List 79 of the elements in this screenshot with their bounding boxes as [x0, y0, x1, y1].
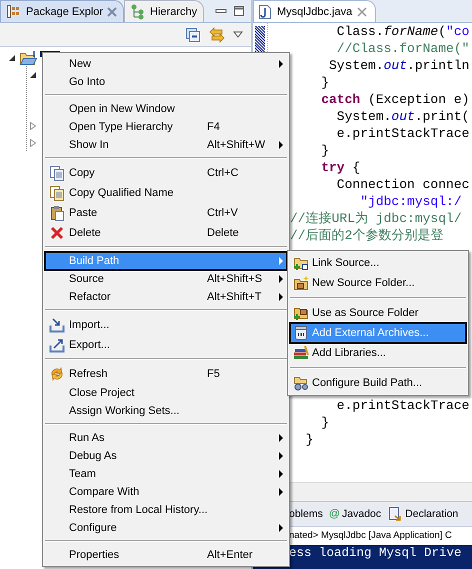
code-line: e.printStackTrace	[336, 125, 470, 142]
code-line: "jdbc:mysql:/	[359, 193, 463, 210]
menu-item[interactable]: New Source Folder...	[290, 273, 466, 293]
menu-item[interactable]: Use as Source Folder	[290, 303, 466, 323]
menu-item[interactable]: Debug As	[45, 447, 287, 465]
expanded-twisty-icon[interactable]	[8, 54, 16, 62]
package-grid-icon	[6, 4, 22, 20]
code-line: }	[320, 414, 330, 431]
menu-item[interactable]: Close Project	[45, 384, 287, 402]
documents-icon	[49, 185, 65, 201]
close-icon[interactable]	[107, 6, 118, 16]
menu-item[interactable]: Refresh F5	[45, 364, 287, 384]
document-arrow-icon	[387, 506, 404, 522]
menu-item[interactable]: Export...	[45, 335, 287, 355]
books-icon	[293, 345, 309, 361]
menu-item[interactable]: Properties Alt+Enter	[45, 546, 287, 564]
clipboard-icon	[49, 205, 65, 221]
pages-icon	[49, 165, 65, 181]
menu-item[interactable]: Go Into	[45, 73, 287, 91]
view-tab[interactable]: Hierarchy	[124, 0, 204, 22]
menu-item[interactable]: Copy Qualified Name	[45, 183, 287, 203]
package-folder-icon	[293, 275, 309, 291]
menu-item[interactable]: Link Source...	[290, 253, 466, 273]
code-line: System.out.print(	[336, 108, 470, 125]
menu-item[interactable]: Delete Delete	[45, 223, 287, 243]
code-line: //后面的2个参数分别是登	[290, 227, 444, 244]
menu-item[interactable]: Assign Working Sets...	[45, 402, 287, 420]
menu-item[interactable]: Restore from Local History...	[45, 501, 287, 519]
editor-tab[interactable]: MysqlJdbc.java	[253, 0, 376, 22]
expanded-twisty-icon[interactable]	[29, 70, 37, 78]
code-line: System.out.println	[328, 57, 470, 74]
menu-item[interactable]: Compare With	[45, 483, 287, 501]
code-line: //连接URL为 jdbc:mysql/	[290, 210, 463, 227]
menu-item[interactable]: Team	[45, 465, 287, 483]
menu-item[interactable]: Refactor Alt+Shift+T	[45, 288, 287, 306]
menu-item[interactable]: Configure Build Path...	[290, 373, 466, 393]
menu-item[interactable]: New	[45, 55, 287, 73]
collapsed-twisty-icon[interactable]	[29, 122, 37, 130]
maximize-icon[interactable]	[233, 5, 245, 17]
code-line: e.printStackTrace	[336, 397, 470, 414]
collapse-all-icon[interactable]	[185, 26, 201, 42]
folder-link-icon	[293, 255, 309, 271]
menu-item[interactable]: Import...	[45, 315, 287, 335]
menu-item[interactable]: Add Libraries...	[290, 343, 466, 363]
panel-tab[interactable]: oblems	[289, 508, 323, 520]
code-line: try {	[320, 159, 362, 176]
link-arrows-icon[interactable]	[209, 26, 225, 42]
menu-item[interactable]: Paste Ctrl+V	[45, 203, 287, 223]
view-menu-icon[interactable]	[233, 30, 243, 38]
code-line: //Class.forName("	[336, 40, 470, 57]
jar-icon	[293, 325, 309, 341]
menu-item[interactable]: Run As	[45, 429, 287, 447]
code-line: }	[320, 142, 330, 159]
view-tab[interactable]: Package Explor	[0, 0, 124, 22]
code-line: catch (Exception e)	[320, 91, 470, 108]
menu-item[interactable]: Source Alt+Shift+S	[45, 270, 287, 288]
code-line: Class.forName("co	[336, 23, 470, 40]
code-line: }	[304, 431, 314, 448]
menu-item[interactable]: Open in New Window	[45, 100, 287, 118]
code-line: Connection connec	[336, 176, 470, 193]
at-sign-icon: @	[328, 508, 340, 520]
menu-item[interactable]: Open Type Hierarchy F4	[45, 118, 287, 136]
menu-item[interactable]: Show In Alt+Shift+W	[45, 136, 287, 154]
menu-item[interactable]: Copy Ctrl+C	[45, 163, 287, 183]
gears-folder-icon	[293, 375, 309, 391]
folder-plus-icon	[293, 305, 309, 321]
panel-tab[interactable]: Declaration	[387, 506, 458, 522]
java-file-icon	[258, 4, 272, 20]
hierarchy-tree-icon	[130, 4, 146, 20]
project-folder-icon	[19, 50, 37, 66]
console-line: ess loading Mysql Drive	[289, 545, 463, 562]
close-icon[interactable]	[357, 6, 368, 16]
export-icon	[49, 337, 65, 353]
collapsed-twisty-icon[interactable]	[29, 138, 37, 146]
panel-tab[interactable]: @ Javadoc	[328, 508, 382, 520]
import-icon	[49, 317, 65, 333]
code-line: }	[320, 74, 330, 91]
refresh-icon	[49, 366, 65, 382]
delete-icon	[49, 225, 65, 241]
